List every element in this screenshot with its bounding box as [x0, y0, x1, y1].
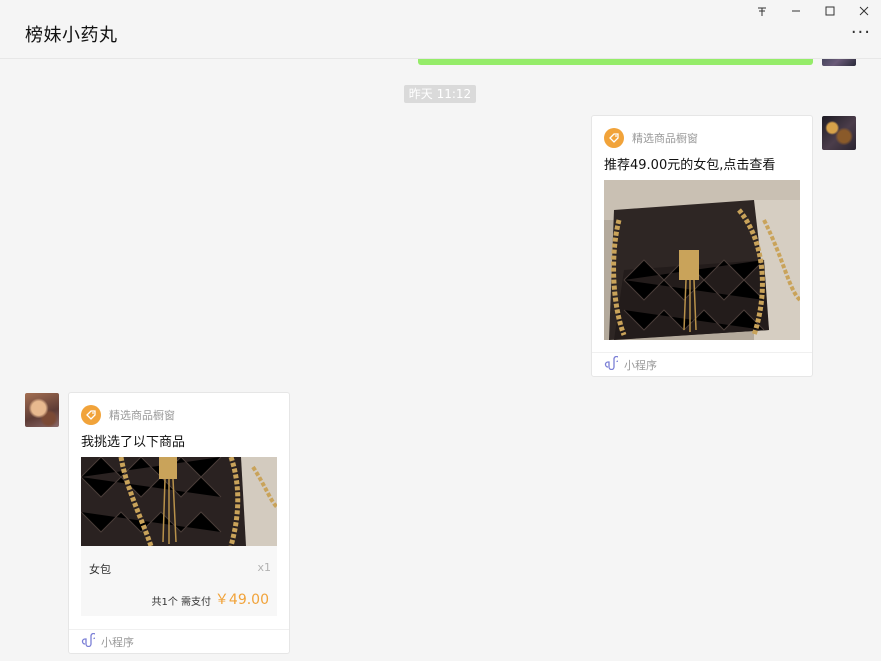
more-icon[interactable]: ···	[851, 24, 871, 42]
minimize-icon[interactable]	[779, 0, 813, 22]
shop-tag-icon	[81, 405, 101, 425]
card-title: 我挑选了以下商品	[81, 435, 186, 450]
card-footer: 小程序	[69, 629, 289, 653]
previous-message-bubble[interactable]	[418, 59, 813, 65]
shop-tag-icon	[604, 128, 624, 148]
total-label: 共1个 需支付	[151, 597, 211, 608]
card-header: 精选商品橱窗	[604, 127, 698, 149]
total-price: ￥49.00	[214, 592, 269, 608]
mini-program-label: 小程序	[101, 635, 134, 649]
mini-program-card[interactable]: 精选商品橱窗 推荐49.00元的女包,点击查看 小程序	[591, 115, 813, 377]
order-summary: 女包 x1 共1个 需支付 ￥49.00	[81, 546, 277, 616]
close-icon[interactable]	[847, 0, 881, 22]
mini-program-icon	[604, 355, 620, 374]
product-image	[81, 457, 277, 546]
shop-name: 精选商品橱窗	[632, 132, 698, 145]
item-quantity: x1	[257, 561, 271, 574]
card-title: 推荐49.00元的女包,点击查看	[604, 158, 776, 173]
card-footer: 小程序	[592, 352, 812, 376]
avatar[interactable]	[822, 59, 856, 66]
item-name: 女包	[89, 563, 111, 576]
card-header: 精选商品橱窗	[81, 404, 175, 426]
message-timestamp: 昨天 11:12	[404, 85, 476, 103]
contact-avatar[interactable]	[25, 393, 59, 427]
my-avatar[interactable]	[822, 116, 856, 150]
chat-title: 榜妹小药丸	[25, 25, 118, 46]
mini-program-card[interactable]: 精选商品橱窗 我挑选了以下商品 女包 x1 共1个 需支付 ￥49.00 小程序	[68, 392, 290, 654]
mini-program-label: 小程序	[624, 358, 657, 372]
window-controls	[745, 0, 881, 24]
shop-name: 精选商品橱窗	[109, 409, 175, 422]
pin-icon[interactable]	[745, 0, 779, 22]
maximize-icon[interactable]	[813, 0, 847, 22]
product-image	[604, 180, 800, 340]
mini-program-icon	[81, 632, 97, 651]
chat-area[interactable]: 昨天 11:12 精选商品橱窗 推荐49.00元的女包,点击查看 小程序 精选商…	[0, 59, 881, 661]
